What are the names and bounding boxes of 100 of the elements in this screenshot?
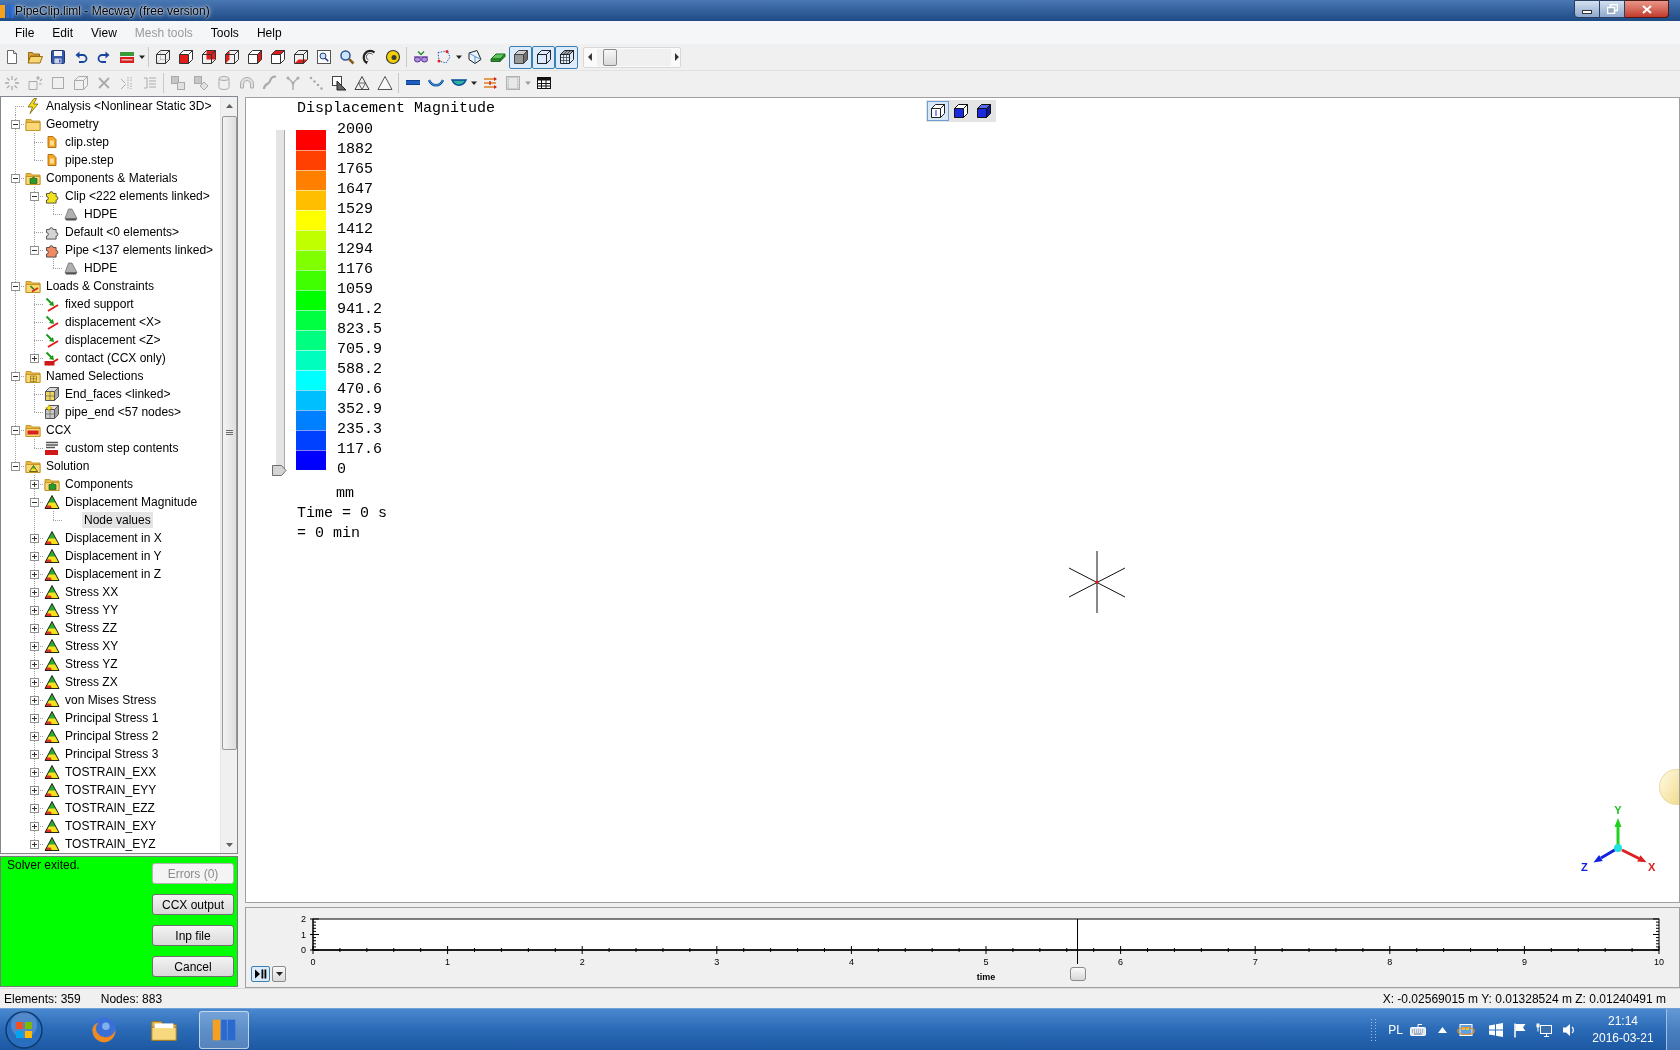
tree-item[interactable]: HDPE <box>82 206 120 222</box>
expand-icon[interactable] <box>30 786 39 795</box>
tree-item[interactable]: End_faces <linked> <box>63 386 173 402</box>
folder-icon[interactable] <box>26 49 43 65</box>
clock-time[interactable]: 21:14 <box>1608 1012 1638 1030</box>
cube-icon[interactable] <box>246 49 263 65</box>
arrow-left-icon[interactable] <box>587 53 593 61</box>
selection-icon[interactable] <box>435 49 452 65</box>
expand-icon[interactable] <box>30 570 39 579</box>
collapse-icon[interactable] <box>11 462 20 471</box>
tree-item[interactable]: HDPE <box>82 260 120 276</box>
expand-icon[interactable] <box>30 714 39 723</box>
collapse-icon[interactable] <box>11 426 20 435</box>
arrows-icon[interactable] <box>481 75 498 91</box>
tree-item[interactable]: Geometry <box>44 116 101 132</box>
tree-item[interactable]: pipe_end <57 nodes> <box>63 404 184 420</box>
expand-icon[interactable] <box>30 768 39 777</box>
tree-item[interactable]: Named Selections <box>44 368 146 384</box>
solver-button[interactable]: Inp file <box>152 925 234 946</box>
collapse-icon[interactable] <box>11 372 20 381</box>
expand-icon[interactable] <box>30 840 39 849</box>
tree-item[interactable]: Stress ZX <box>63 674 120 690</box>
tree-item[interactable]: Pipe <137 elements linked> <box>63 242 216 258</box>
tree-item[interactable]: Stress ZZ <box>63 620 119 636</box>
zoom-box-icon[interactable] <box>315 49 332 65</box>
tree-item[interactable]: Default <0 elements> <box>63 224 182 240</box>
keyboard-icon[interactable] <box>1410 1021 1426 1038</box>
tree-item[interactable]: Stress YZ <box>63 656 120 672</box>
dropdown-button[interactable] <box>272 966 286 982</box>
network-icon[interactable] <box>1536 1021 1553 1038</box>
speaker-icon[interactable] <box>1562 1021 1576 1038</box>
bar-stack-icon[interactable] <box>118 49 135 65</box>
expand-icon[interactable] <box>30 534 39 543</box>
minimize-button[interactable] <box>1574 0 1600 18</box>
target-icon[interactable] <box>384 49 401 65</box>
slider-thumb[interactable] <box>603 48 618 66</box>
arrow-right-icon[interactable] <box>674 53 680 61</box>
tree-item[interactable]: Principal Stress 1 <box>63 710 161 726</box>
tree-item[interactable]: TOSTRAIN_EYY <box>63 782 159 798</box>
expand-icon[interactable] <box>30 606 39 615</box>
magnifier-icon[interactable] <box>338 49 355 65</box>
menu-item[interactable]: View <box>82 22 126 43</box>
triangle-mesh-icon[interactable] <box>353 75 370 91</box>
tree-item[interactable]: fixed support <box>63 296 136 312</box>
rotate-icon[interactable] <box>361 49 378 65</box>
scrollbar-thumb[interactable] <box>221 116 237 750</box>
tree-item[interactable]: TOSTRAIN_EXX <box>63 764 159 780</box>
expand-icon[interactable] <box>30 642 39 651</box>
tree-item[interactable]: TOSTRAIN_EXY <box>63 818 159 834</box>
window-panes-icon[interactable] <box>1488 1021 1504 1038</box>
cube-icon[interactable] <box>200 49 217 65</box>
tree-item[interactable]: displacement <Z> <box>63 332 163 348</box>
triangle-box-icon[interactable] <box>330 75 347 91</box>
menu-item[interactable]: Tools <box>201 22 248 43</box>
restore-button[interactable] <box>1600 0 1625 18</box>
taskbar-button[interactable] <box>199 1010 249 1049</box>
tree-item[interactable]: clip.step <box>63 134 112 150</box>
glasses-icon[interactable] <box>412 49 429 65</box>
caret-up-icon[interactable] <box>1438 1026 1447 1033</box>
tree-item[interactable]: Displacement Magnitude <box>63 494 200 510</box>
menu-item[interactable]: Edit <box>43 22 83 43</box>
tree-item[interactable]: displacement <X> <box>63 314 164 330</box>
tree-item[interactable]: Components & Materials <box>44 170 180 186</box>
tree-item[interactable]: Loads & Constraints <box>44 278 157 294</box>
collapse-icon[interactable] <box>11 174 20 183</box>
tree-item[interactable]: custom step contents <box>63 440 181 456</box>
triangle-icon[interactable] <box>376 75 393 91</box>
view-mode-button[interactable] <box>927 101 949 121</box>
tree-item[interactable]: CCX <box>44 422 74 438</box>
expand-icon[interactable] <box>30 624 39 633</box>
tree-item[interactable]: Components <box>63 476 136 492</box>
expand-icon[interactable] <box>30 678 39 687</box>
tree-item[interactable]: Displacement in X <box>63 530 164 546</box>
expand-icon[interactable] <box>30 750 39 759</box>
tree-item[interactable]: Clip <222 elements linked> <box>63 188 212 204</box>
window-ring-icon[interactable] <box>1457 1021 1475 1038</box>
expand-icon[interactable] <box>30 552 39 561</box>
expand-icon[interactable] <box>30 804 39 813</box>
tree-item[interactable]: Node values <box>82 512 153 528</box>
tree-item[interactable]: Principal Stress 3 <box>63 746 161 762</box>
tree-item[interactable]: Displacement in Y <box>63 548 164 564</box>
tree-item[interactable]: Stress XY <box>63 638 121 654</box>
collapse-icon[interactable] <box>11 120 20 129</box>
tree-item[interactable]: pipe.step <box>63 152 116 168</box>
tree-item[interactable]: TOSTRAIN_EYZ <box>63 836 158 852</box>
cube-icon[interactable] <box>223 49 240 65</box>
collapse-icon[interactable] <box>11 282 20 291</box>
start-orb-icon[interactable] <box>4 1009 44 1050</box>
tree-item[interactable]: Solution <box>44 458 92 474</box>
clock-date[interactable]: 2016-03-21 <box>1592 1029 1654 1047</box>
expand-icon[interactable] <box>30 660 39 669</box>
scrollbar[interactable] <box>220 97 237 853</box>
cube-icon[interactable] <box>269 49 286 65</box>
tree-item[interactable]: contact (CCX only) <box>63 350 168 366</box>
collapse-icon[interactable] <box>30 498 39 507</box>
save-icon[interactable] <box>49 49 66 65</box>
tree-item[interactable]: Stress XX <box>63 584 121 600</box>
language-indicator[interactable]: PL <box>1388 1020 1403 1039</box>
expand-icon[interactable] <box>30 480 39 489</box>
wireframe-cube-icon[interactable] <box>154 49 171 65</box>
